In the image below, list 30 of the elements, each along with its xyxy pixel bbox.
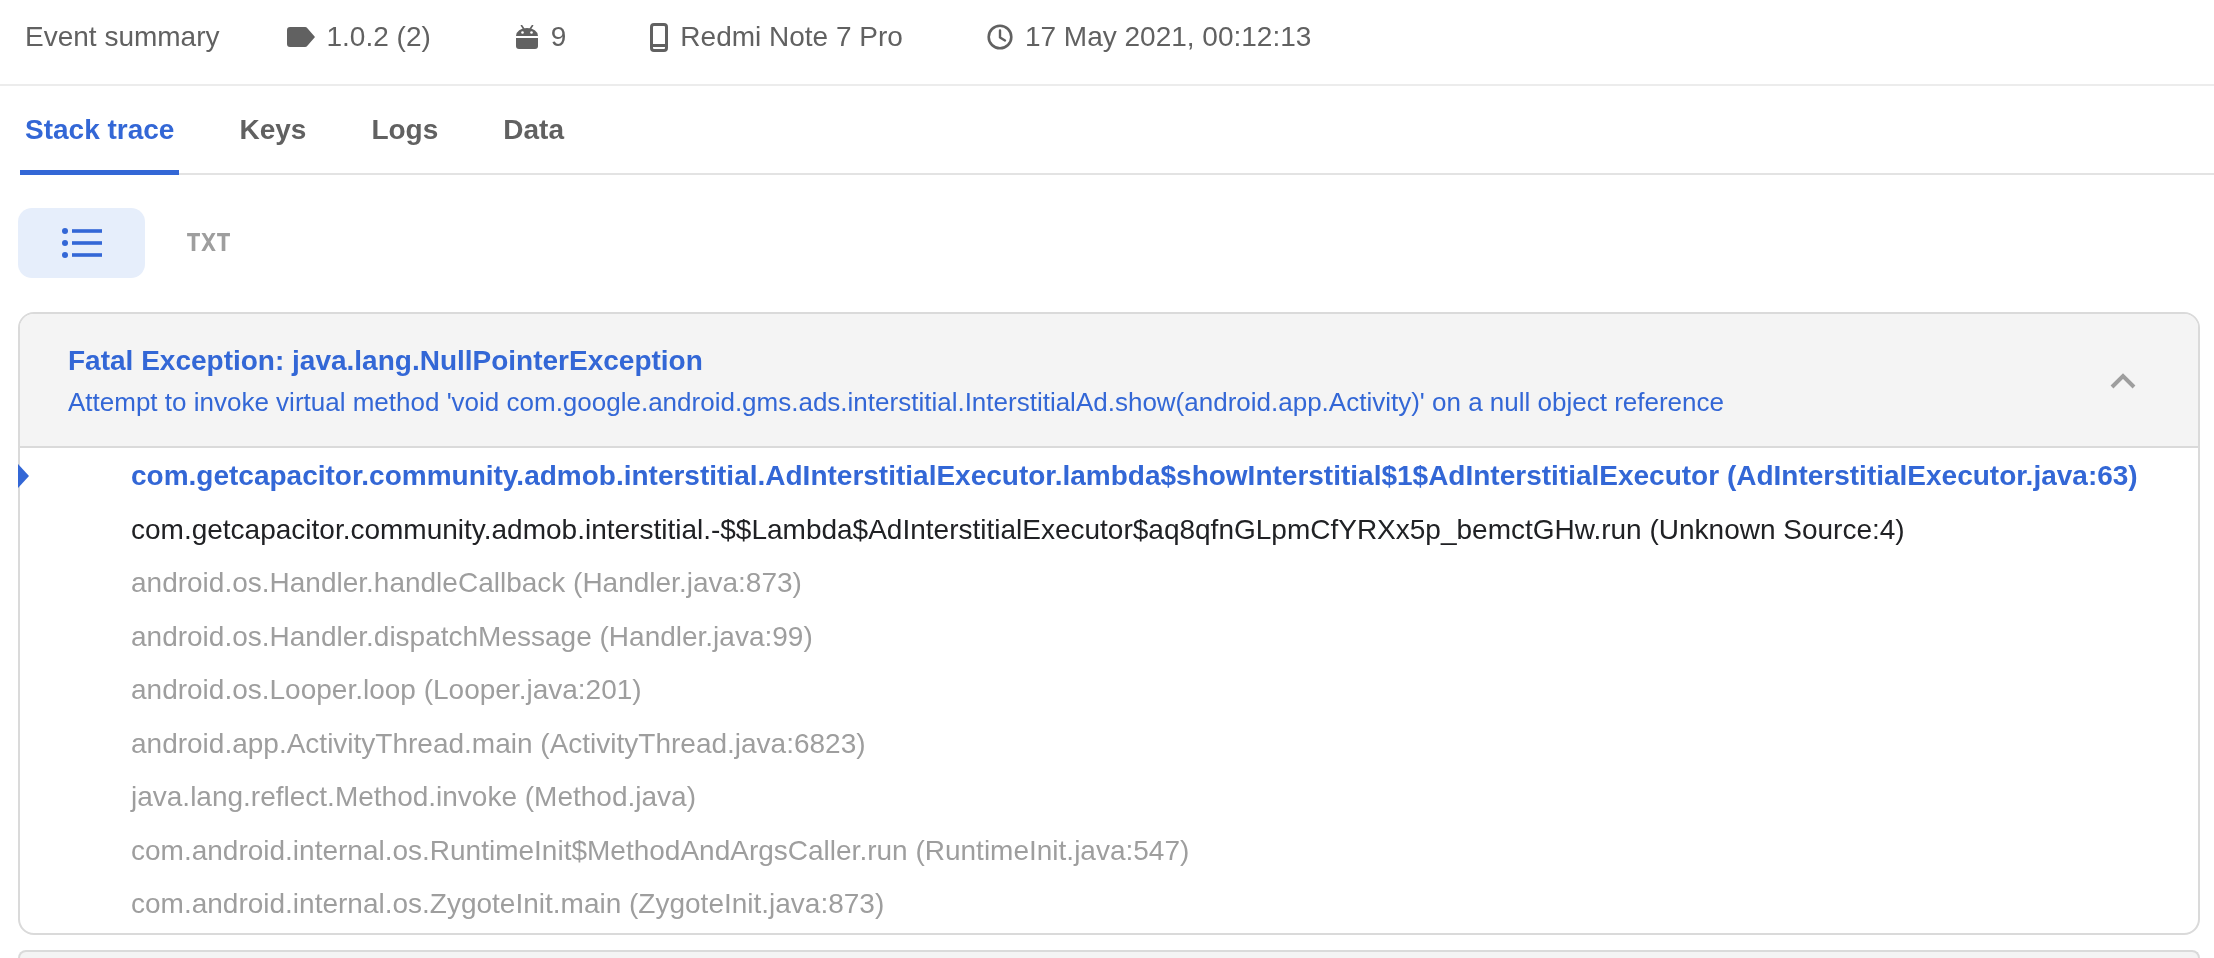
- stack-frame[interactable]: com.android.internal.os.RuntimeInit$MethodAndArgsCaller.run (RuntimeInit.java:547): [131, 823, 1190, 877]
- page-title: Event summary: [25, 20, 220, 54]
- stack-frame[interactable]: android.os.Looper.loop (Looper.java:201): [131, 663, 642, 717]
- tab[interactable]: Stack trace: [20, 86, 180, 175]
- list-icon: [61, 228, 102, 258]
- event-time: 17 May 2021, 00:12:13: [1024, 20, 1312, 54]
- stack-frame[interactable]: android.os.Handler.dispatchMessage (Handler.java:99): [131, 609, 813, 663]
- phone-icon: [650, 22, 669, 52]
- stack-frame[interactable]: com.android.internal.os.ZygoteInit.main (ZygoteInit.java:873): [131, 877, 885, 931]
- tab[interactable]: Data: [498, 86, 569, 175]
- chevron-up-icon[interactable]: [2110, 373, 2136, 389]
- robot-icon: [514, 25, 539, 49]
- exception-header[interactable]: Fatal Exception: java.lang.NullPointerException Attempt to invoke virtual method 'void com.google.android.gms.ads.interstitial.InterstitialAd.show(android.app.Activity)' on a null object reference: [20, 314, 2198, 448]
- list-view-button[interactable]: [18, 208, 145, 278]
- tag-icon: [286, 27, 315, 47]
- tab[interactable]: Keys: [234, 86, 312, 175]
- clock-icon: [986, 24, 1013, 50]
- stack-frame[interactable]: java.lang.reflect.Method.invoke (Method.java): [131, 770, 696, 824]
- stack-frame[interactable]: android.os.Handler.handleCallback (Handler.java:873): [131, 556, 802, 610]
- triangle-icon: [18, 464, 29, 488]
- exception-message: Attempt to invoke virtual method 'void com.google.android.gms.ads.interstitial.InterstitialAd.show(android.app.Activity)' on a null object reference: [68, 386, 1725, 419]
- tab[interactable]: Logs: [366, 86, 444, 175]
- app-version: 1.0.2 (2): [326, 20, 431, 54]
- text-view-button[interactable]: TXT: [145, 208, 272, 278]
- device-name: Redmi Note 7 Pro: [680, 20, 903, 54]
- stack-frame[interactable]: android.app.ActivityThread.main (ActivityThread.java:6823): [131, 716, 866, 770]
- os-version: 9: [550, 20, 567, 54]
- stack-frame[interactable]: com.getcapacitor.community.admob.interstitial.-$$Lambda$AdInterstitialExecutor$aq8qfnGLpmCfYRXx5p_bemctGHw.run (Unknown Source:4): [131, 502, 1905, 556]
- exception-title: Fatal Exception: java.lang.NullPointerException: [68, 344, 704, 378]
- stack-frame[interactable]: com.getcapacitor.community.admob.interstitial.AdInterstitialExecutor.lambda$showInterstitial$1$AdInterstitialExecutor (AdInterstitialExecutor.java:63): [131, 449, 2138, 503]
